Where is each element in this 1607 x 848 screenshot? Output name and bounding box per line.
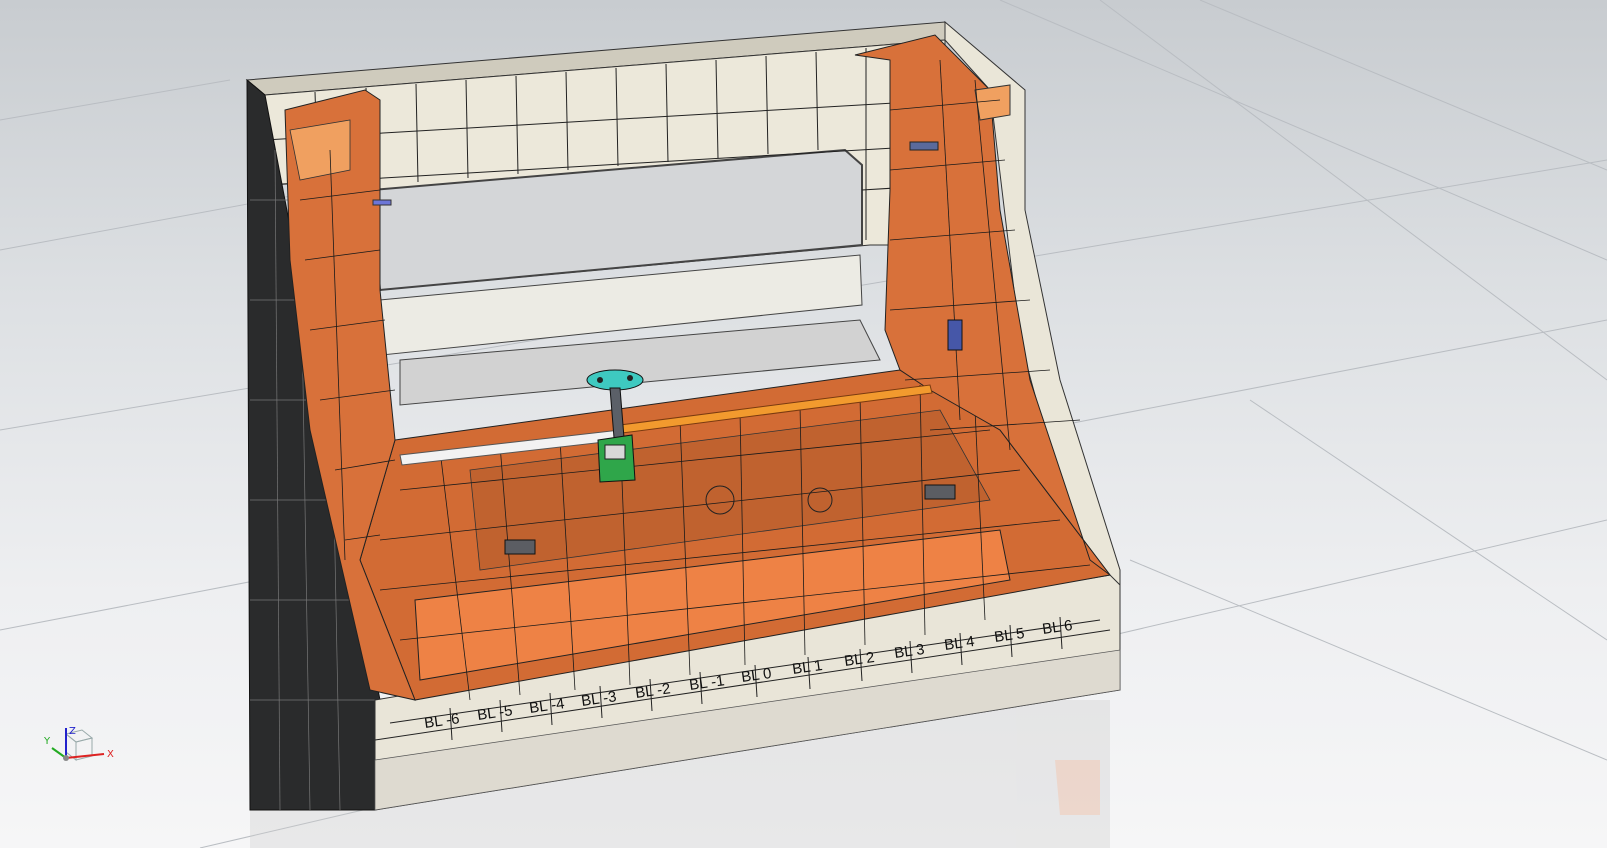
view-triad[interactable]: X Y Z xyxy=(40,726,120,786)
triad-x-label: X xyxy=(107,749,114,760)
3d-scene[interactable]: BL -6 BL -5 BL -4 BL -3 BL -2 BL -1 BL 0… xyxy=(0,0,1607,848)
triad-z-label: Z xyxy=(69,726,76,737)
triad-y-label: Y xyxy=(43,736,51,747)
cad-viewport[interactable]: BL -6 BL -5 BL -4 BL -3 BL -2 BL -1 BL 0… xyxy=(0,0,1607,848)
